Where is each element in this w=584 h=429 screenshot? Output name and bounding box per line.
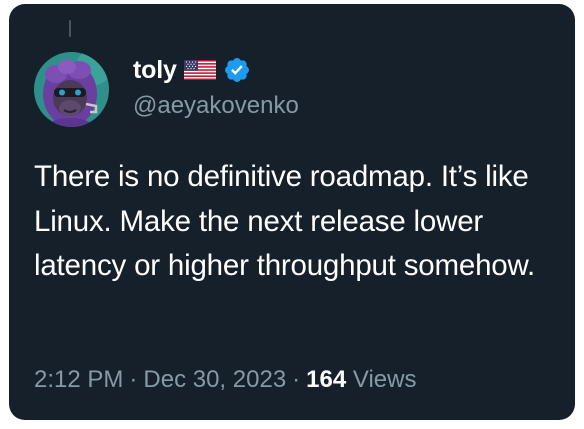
us-flag-icon [183,60,216,80]
verified-badge-icon[interactable] [223,56,251,84]
author-row: toly [133,53,251,87]
tweet-metadata: 2:12 PM · Dec 30, 2023 · 164 Views [34,366,416,394]
meta-separator: · [292,366,301,393]
tweet-time[interactable]: 2:12 PM [34,366,123,393]
thread-connector-line [69,20,71,37]
views-count[interactable]: 164 [306,366,346,393]
views-label: Views [352,366,417,393]
author-handle[interactable]: @aeyakovenko [133,92,299,120]
tweet-text: There is no definitive roadmap. It’s lik… [34,160,535,282]
meta-separator: · [129,366,138,393]
ape-avatar-icon [34,52,109,127]
tweet-date[interactable]: Dec 30, 2023 [143,366,286,393]
tweet-card[interactable]: toly @aeyakovenko There is no definitive… [9,4,575,420]
author-name[interactable]: toly [133,56,177,85]
avatar[interactable] [34,52,109,127]
